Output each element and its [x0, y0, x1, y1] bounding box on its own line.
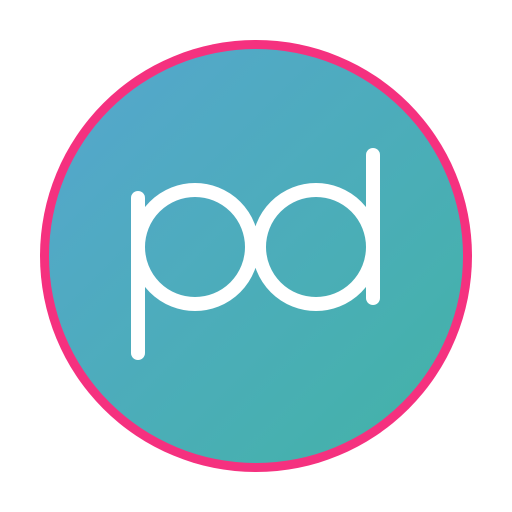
app-icon-canvas: pd: [0, 0, 512, 512]
pd-logo-icon: pd: [40, 40, 472, 472]
